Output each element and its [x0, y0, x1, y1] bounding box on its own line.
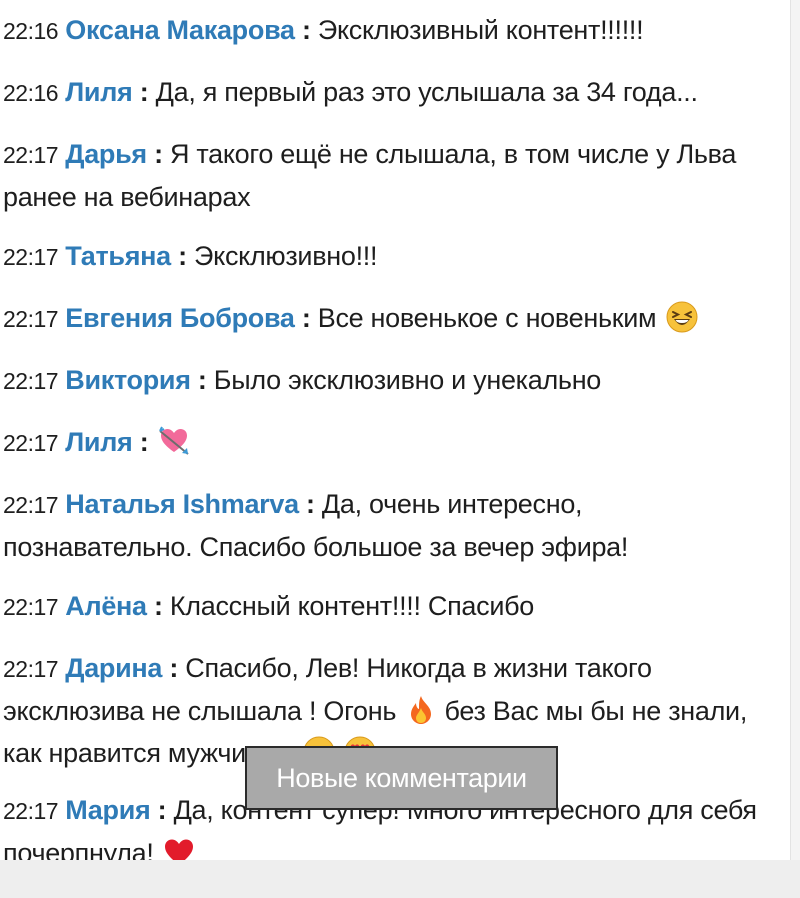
message-text: Эксклюзивный контент!!!!!!: [317, 15, 644, 45]
message-time: 22:17: [3, 244, 59, 270]
scrollbar[interactable]: [790, 0, 800, 860]
message-text: Эксклюзивно!!!: [194, 241, 378, 271]
message-author[interactable]: Лиля: [65, 427, 133, 457]
message-text: Классный контент!!!! Спасибо: [169, 591, 534, 621]
message-time: 22:17: [3, 368, 59, 394]
chat-message: 22:17 Алёна : Классный контент!!!! Спаси…: [3, 585, 773, 628]
message-time: 22:17: [3, 142, 59, 168]
message-time: 22:17: [3, 594, 59, 620]
fire-emoji: [405, 694, 437, 726]
author-separator: :: [178, 241, 187, 271]
author-separator: :: [301, 303, 311, 333]
author-separator: :: [154, 139, 163, 169]
author-separator: :: [197, 365, 207, 395]
message-time: 22:17: [3, 306, 59, 332]
chat-message: 22:17 Лиля :: [3, 421, 773, 464]
message-author[interactable]: Наталья Ishmarva: [65, 489, 299, 519]
message-author[interactable]: Лиля: [65, 77, 133, 107]
author-separator: :: [301, 15, 311, 45]
new-comments-label: Новые комментарии: [276, 762, 527, 793]
chat-message: 22:17 Татьяна : Эксклюзивно!!!: [3, 235, 773, 278]
message-author[interactable]: Дарья: [65, 139, 147, 169]
message-time: 22:16: [3, 80, 59, 106]
grinning-squint-face-emoji: [666, 301, 698, 333]
author-separator: :: [153, 591, 163, 621]
new-comments-button[interactable]: Новые комментарии: [245, 746, 558, 810]
chat-message: 22:16 Лиля : Да, я первый раз это услыша…: [3, 71, 773, 114]
message-author[interactable]: Евгения Боброва: [65, 303, 295, 333]
message-text: Было эксклюзивно и унекально: [213, 365, 602, 395]
message-text: Все новенькое с новеньким: [317, 303, 657, 333]
message-time: 22:17: [3, 656, 59, 682]
message-author[interactable]: Алёна: [65, 591, 147, 621]
chat-feed[interactable]: 22:16 Оксана Макарова : Эксклюзивный кон…: [0, 0, 790, 860]
message-author[interactable]: Мария: [65, 795, 150, 825]
author-separator: :: [306, 489, 315, 519]
chat-message: 22:17 Виктория : Было эксклюзивно и унек…: [3, 359, 773, 402]
message-author[interactable]: Дарина: [65, 653, 162, 683]
chat-message: 22:17 Наталья Ishmarva : Да, очень интер…: [3, 483, 773, 568]
heart-with-arrow-emoji: [158, 425, 190, 457]
footer-bar: [0, 860, 800, 898]
message-author[interactable]: Татьяна: [65, 241, 171, 271]
message-time: 22:17: [3, 430, 59, 456]
author-separator: :: [139, 427, 149, 457]
chat-message: 22:16 Оксана Макарова : Эксклюзивный кон…: [3, 9, 773, 52]
message-author[interactable]: Виктория: [65, 365, 191, 395]
message-text: Да, я первый раз это услышала за 34 года…: [155, 77, 698, 107]
message-author[interactable]: Оксана Макарова: [65, 15, 295, 45]
message-time: 22:17: [3, 798, 59, 824]
red-heart-emoji: [163, 836, 195, 860]
message-time: 22:17: [3, 492, 59, 518]
author-separator: :: [139, 77, 149, 107]
author-separator: :: [157, 795, 167, 825]
chat-message: 22:17 Дарья : Я такого ещё не слышала, в…: [3, 133, 773, 218]
message-time: 22:16: [3, 18, 59, 44]
author-separator: :: [169, 653, 179, 683]
chat-message: 22:17 Евгения Боброва : Все новенькое с …: [3, 297, 773, 340]
